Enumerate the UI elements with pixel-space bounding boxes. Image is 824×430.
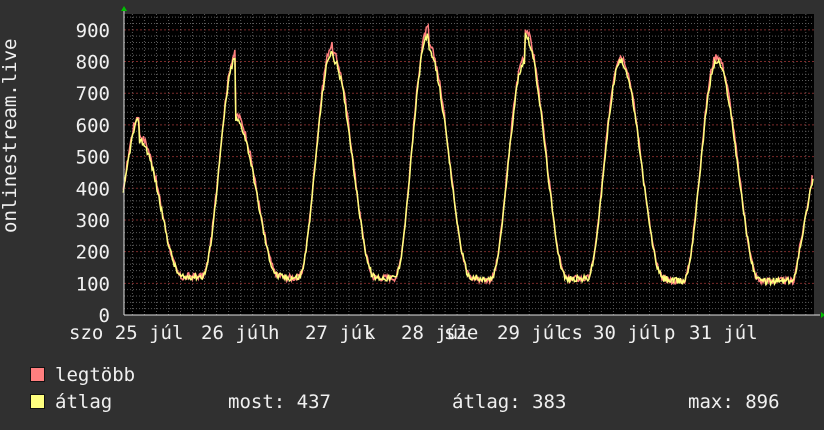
y-tick-label: 800 xyxy=(76,52,110,74)
y-tick-label: 200 xyxy=(76,242,110,264)
legend-item-legtobb: legtöbb xyxy=(30,363,135,387)
x-tick-label-overlap: cs xyxy=(560,322,583,344)
y-tick-label: 400 xyxy=(76,178,110,200)
y-tick-label: 300 xyxy=(76,210,110,232)
x-tick-label: 31 júl xyxy=(689,322,758,344)
atlag-swatch-icon xyxy=(30,394,45,409)
x-tick-label: 29 júl xyxy=(497,322,566,344)
y-tick-label: 700 xyxy=(76,83,110,105)
y-arrow-icon xyxy=(121,6,127,11)
x-tick-label-overlap: sze xyxy=(444,322,478,344)
y-tick-label: 500 xyxy=(76,147,110,169)
x-tick-label: 30 júl xyxy=(593,322,662,344)
y-tick-label: 600 xyxy=(76,115,110,137)
stat-most: most: 437 xyxy=(228,391,331,413)
x-tick-label-overlap: k xyxy=(364,322,376,344)
x-tick-label-overlap: p xyxy=(664,322,675,344)
x-tick-label: 26 júl xyxy=(201,322,270,344)
stat-atlag: átlag: 383 xyxy=(452,391,567,413)
y-tick-label: 900 xyxy=(76,20,110,42)
legend-label-atlag: átlag xyxy=(55,391,113,413)
legend-label-legtobb: legtöbb xyxy=(55,364,136,386)
x-tick-label: szo 25 júl xyxy=(69,322,183,344)
y-tick-label: 100 xyxy=(76,273,110,295)
legend-item-atlag: átlag xyxy=(30,390,112,414)
stat-max: max: 896 xyxy=(688,391,780,413)
y-axis-label: onlinestream.live xyxy=(0,38,21,233)
x-tick-label-overlap: h xyxy=(268,322,279,344)
legtobb-swatch-icon xyxy=(30,367,45,382)
